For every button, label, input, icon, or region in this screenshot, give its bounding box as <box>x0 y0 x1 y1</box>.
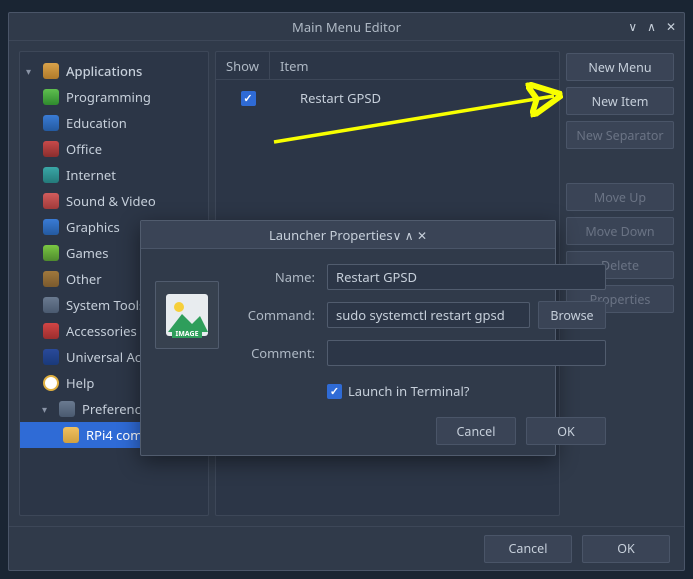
main-cancel-button[interactable]: Cancel <box>484 535 572 563</box>
dialog-title-controls: ∨ ∧ ✕ <box>393 226 427 244</box>
launcher-properties-dialog: Launcher Properties ∨ ∧ ✕ IMAGE Name: Co… <box>140 220 556 456</box>
tree-item-sound-video[interactable]: Sound & Video <box>20 188 208 214</box>
tree-root-applications[interactable]: ▾ Applications <box>20 58 208 84</box>
command-label: Command: <box>235 306 319 324</box>
terminal-label: Launch in Terminal? <box>348 382 469 400</box>
image-placeholder-icon: IMAGE <box>164 292 210 338</box>
main-title: Main Menu Editor <box>292 18 401 36</box>
list-row[interactable]: ✓ Restart GPSD <box>216 84 559 112</box>
comment-label: Comment: <box>235 344 319 362</box>
dialog-title: Launcher Properties <box>269 226 393 244</box>
browse-button[interactable]: Browse <box>538 301 606 329</box>
main-ok-button[interactable]: OK <box>582 535 670 563</box>
comment-input[interactable] <box>327 340 606 366</box>
spacer <box>566 155 674 177</box>
close-icon[interactable]: ✕ <box>666 18 676 35</box>
list-header: Show Item <box>216 52 559 80</box>
svg-text:IMAGE: IMAGE <box>175 330 198 338</box>
folder-icon <box>42 62 60 80</box>
minimize-icon[interactable]: ∨ <box>628 18 637 35</box>
dialog-titlebar: Launcher Properties ∨ ∧ ✕ <box>141 221 555 249</box>
main-footer: Cancel OK <box>9 526 684 570</box>
dialog-ok-button[interactable]: OK <box>526 417 606 445</box>
folder-icon <box>62 426 80 444</box>
collapse-icon[interactable]: ▾ <box>42 402 52 416</box>
games-icon <box>42 244 60 262</box>
launch-in-terminal-row: ✓ Launch in Terminal? <box>327 382 606 400</box>
col-header-show[interactable]: Show <box>216 52 270 79</box>
maximize-icon[interactable]: ∧ <box>647 18 656 35</box>
help-icon <box>42 374 60 392</box>
preferences-icon <box>58 400 76 418</box>
internet-icon <box>42 166 60 184</box>
move-up-button[interactable]: Move Up <box>566 183 674 211</box>
tree-item-programming[interactable]: Programming <box>20 84 208 110</box>
minimize-icon[interactable]: ∨ <box>393 227 402 244</box>
col-header-item[interactable]: Item <box>270 57 559 75</box>
dialog-footer: Cancel OK <box>155 413 606 445</box>
system-tools-icon <box>42 296 60 314</box>
name-input[interactable] <box>327 264 606 290</box>
dialog-cancel-button[interactable]: Cancel <box>436 417 516 445</box>
accessories-icon <box>42 322 60 340</box>
tree-item-internet[interactable]: Internet <box>20 162 208 188</box>
tree-item-office[interactable]: Office <box>20 136 208 162</box>
name-label: Name: <box>235 268 319 286</box>
terminal-checkbox[interactable]: ✓ <box>327 384 342 399</box>
dialog-body: IMAGE Name: Command: Browse Comment: ✓ L… <box>141 249 555 455</box>
main-title-controls: ∨ ∧ ✕ <box>628 13 676 40</box>
other-icon <box>42 270 60 288</box>
new-menu-button[interactable]: New Menu <box>566 53 674 81</box>
close-icon[interactable]: ✕ <box>417 227 427 244</box>
collapse-icon[interactable]: ▾ <box>26 64 36 78</box>
sound-video-icon <box>42 192 60 210</box>
office-icon <box>42 140 60 158</box>
graphics-icon <box>42 218 60 236</box>
move-down-button[interactable]: Move Down <box>566 217 674 245</box>
tree-item-education[interactable]: Education <box>20 110 208 136</box>
command-input[interactable] <box>327 302 530 328</box>
new-item-button[interactable]: New Item <box>566 87 674 115</box>
universal-access-icon <box>42 348 60 366</box>
icon-chooser[interactable]: IMAGE <box>155 281 219 349</box>
tree-root-label: Applications <box>66 62 142 80</box>
education-icon <box>42 114 60 132</box>
maximize-icon[interactable]: ∧ <box>405 227 414 244</box>
programming-icon <box>42 88 60 106</box>
item-name: Restart GPSD <box>280 89 381 107</box>
new-separator-button[interactable]: New Separator <box>566 121 674 149</box>
main-titlebar: Main Menu Editor ∨ ∧ ✕ <box>9 13 684 41</box>
show-checkbox[interactable]: ✓ <box>241 91 256 106</box>
